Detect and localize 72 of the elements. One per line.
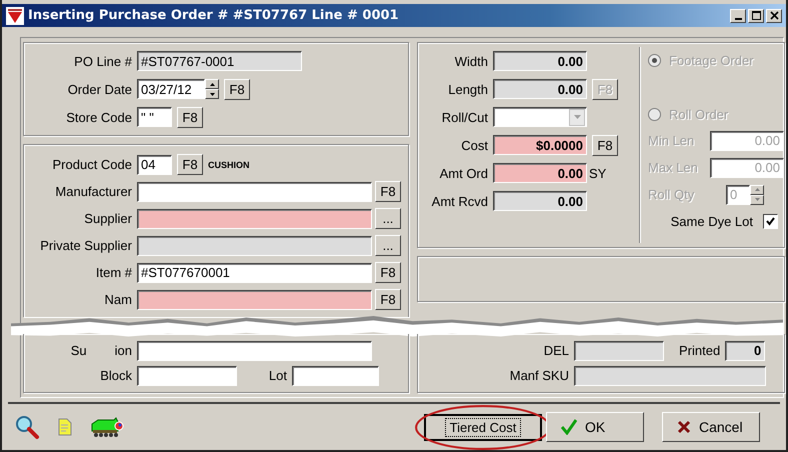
input-field[interactable]: 0.00 [493,79,587,99]
field-label: Length [447,82,488,96]
ok-button[interactable]: OK [546,412,644,442]
field-label: Product Code [52,157,132,172]
cross-icon [677,420,691,434]
maximize-icon [752,11,760,20]
minimize-button[interactable] [730,8,746,22]
field-label: Width [454,54,488,68]
minimize-icon [734,18,742,20]
window-title: Inserting Purchase Order # #ST07767 Line # 0001 [28,8,399,23]
field-label: Manf SKU [508,368,569,383]
date-spinner[interactable] [205,79,219,99]
input-field[interactable] [137,182,372,202]
field-label: Block [99,368,132,383]
input-field[interactable]: 0.00 [493,51,587,71]
lookup-button[interactable]: ... [375,235,401,256]
unit-label: SY [589,166,606,180]
field-label: PO Line # [73,54,132,68]
field-label: Item # [94,265,132,280]
input-field[interactable]: #ST077670001 [137,262,372,282]
input-field[interactable] [574,340,664,360]
lookup-button[interactable]: F8 [375,289,401,310]
field-label: Order Date [66,82,132,96]
quantity-spinner[interactable] [750,184,764,204]
field-label: Printed [679,343,720,358]
field-label: DEL [542,343,569,358]
input-field[interactable]: " " [137,107,172,127]
field-label: Private Supplier [39,238,132,253]
field-label: Supplier [83,211,132,226]
input-field[interactable] [292,366,379,386]
maximize-button[interactable] [748,8,764,22]
field-label: Manufacturer [54,184,132,199]
roll-cut-dropdown[interactable] [493,107,587,127]
field-label: Amt Ord [438,166,488,180]
field-label: Lot [268,368,287,383]
field-label: Cost [460,138,488,152]
tiered-cost-button[interactable]: Tiered Cost [424,414,542,440]
input-field[interactable]: $0.0000 [493,135,587,155]
checkbox-label: Same Dye Lot [670,214,753,229]
lookup-button[interactable]: F8 [177,154,203,175]
input-field[interactable]: 0.00 [493,191,587,211]
input-field[interactable] [137,208,372,228]
lookup-button[interactable]: F8 [177,106,203,128]
lookup-button[interactable]: F8 [375,262,401,283]
input-field[interactable] [137,236,372,256]
search-icon[interactable] [14,414,40,440]
input-field[interactable]: #ST07767-0001 [137,51,302,71]
field-label: Nam [104,292,132,307]
input-field[interactable]: 03/27/12 [137,79,205,99]
lookup-button[interactable]: F8 [224,78,250,100]
input-field[interactable]: 0.00 [493,163,587,183]
close-button[interactable] [766,8,782,22]
vehicle-icon[interactable] [90,416,124,438]
field-label: Store Code [65,110,132,124]
input-field[interactable] [137,366,237,386]
input-field[interactable]: 0 [725,340,766,360]
input-field[interactable] [137,340,372,360]
field-label: Su ion [70,343,132,358]
checkmark-icon [561,419,577,435]
input-field[interactable] [137,290,372,310]
input-field[interactable] [574,366,766,386]
cancel-button[interactable]: Cancel [662,412,760,442]
field-label: Roll/Cut [440,110,488,124]
close-icon [770,11,778,20]
app-logo [6,6,24,24]
lookup-button[interactable]: F8 [375,181,401,202]
document-icon[interactable] [58,418,72,436]
product-description: CUSHION [208,160,250,170]
lookup-button[interactable]: ... [375,208,401,229]
input-field[interactable]: 04 [137,154,172,174]
lookup-button[interactable]: F8 [592,134,618,156]
field-label: Amt Rcvd [430,194,488,208]
